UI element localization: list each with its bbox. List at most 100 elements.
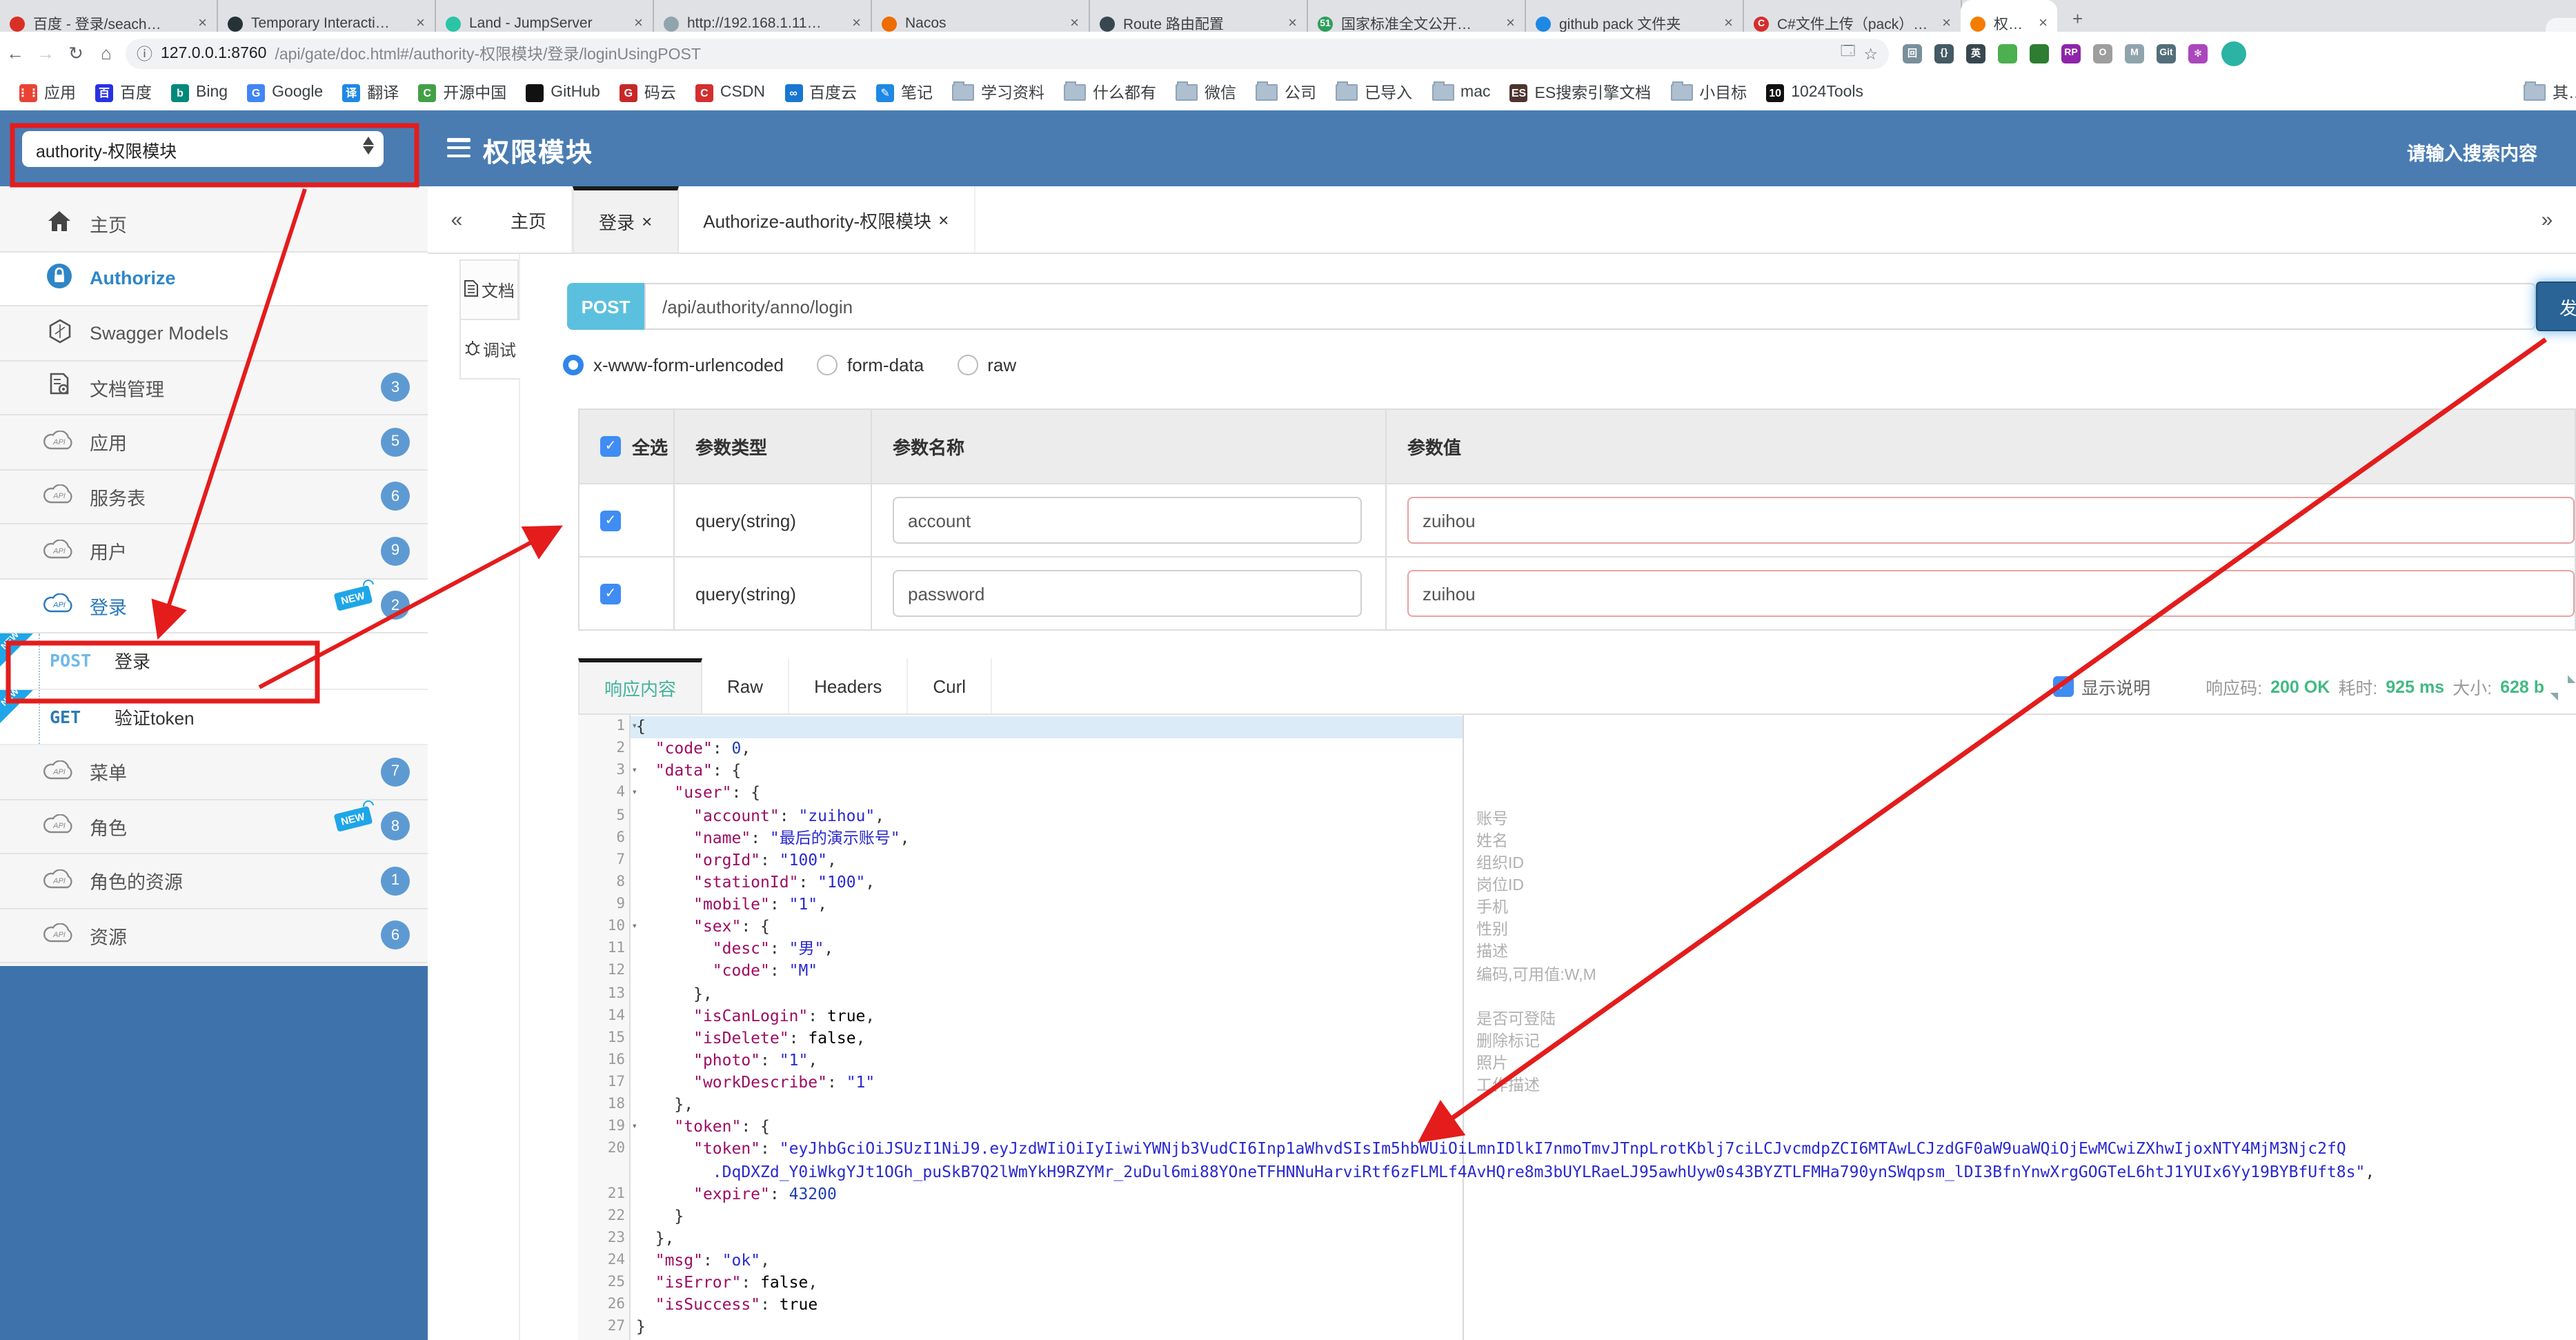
m-ext-icon[interactable]: M — [2125, 43, 2144, 63]
tab-doc[interactable]: 文档 — [459, 259, 519, 320]
select-all-checkbox[interactable]: ✓ — [600, 436, 621, 457]
rp-ext-icon[interactable]: RP — [2061, 43, 2081, 63]
sidebar-item-Authorize[interactable]: Authorize — [0, 252, 428, 306]
home-icon[interactable]: ⌂ — [91, 43, 121, 63]
bookmark-item[interactable]: 小目标 — [1670, 81, 1747, 104]
sidebar-item-主页[interactable]: 主页 — [0, 197, 428, 252]
bookmark-item[interactable]: ∞ 百度云 — [784, 81, 857, 104]
profile-avatar[interactable] — [2221, 41, 2246, 66]
globe-ext-icon[interactable] — [2030, 43, 2049, 63]
bookmark-item[interactable]: 什么都有 — [1064, 81, 1156, 104]
pinwheel-ext-icon[interactable]: ✻ — [2188, 43, 2208, 63]
bookmark-item[interactable]: C 开源中国 — [418, 81, 506, 104]
request-url-input[interactable]: /api/authority/anno/login — [644, 283, 2536, 330]
close-tab-icon[interactable]: × — [1070, 15, 1079, 32]
body-type-radio-form-data[interactable]: form-data — [816, 355, 924, 375]
response-tab-响应内容[interactable]: 响应内容 — [578, 658, 703, 713]
bookmark-item[interactable]: 微信 — [1176, 81, 1236, 104]
reader-ext-icon[interactable]: 回 — [1903, 43, 1922, 63]
param-value-input[interactable] — [1407, 570, 2575, 617]
sidebar-item-用户[interactable]: API 用户 9 — [0, 524, 428, 579]
close-tab-icon[interactable]: × — [634, 15, 643, 32]
close-tab-icon[interactable]: × — [1506, 15, 1515, 32]
module-select[interactable]: authority-权限模块 — [22, 131, 384, 167]
browser-tab[interactable]: github pack 文件夹 × — [1526, 0, 1744, 32]
gitzip-ext-icon[interactable]: Git — [2157, 43, 2176, 63]
bookmark-item[interactable]: GitHub — [526, 83, 600, 101]
translate-page-icon[interactable]: 🗔 — [1841, 41, 1856, 65]
show-desc-checkbox[interactable]: ✓ — [2052, 676, 2074, 697]
param-checkbox[interactable]: ✓ — [600, 583, 621, 604]
sidebar-item-角色的资源[interactable]: API 角色的资源 1 — [0, 854, 428, 909]
bookmark-item[interactable]: C CSDN — [695, 83, 765, 101]
sidebar-item-Swagger Models[interactable]: Swagger Models — [0, 306, 428, 361]
bookmark-item[interactable]: 学习资料 — [952, 81, 1044, 104]
tab-debug[interactable]: 调试 — [459, 319, 520, 380]
fullscreen-icon[interactable] — [2553, 678, 2570, 696]
sidebar-item-菜单[interactable]: API 菜单 7 — [0, 745, 428, 800]
browser-tab[interactable]: 51 国家标准全文公开… × — [1308, 0, 1526, 32]
sidebar-item-资源[interactable]: API 资源 6 — [0, 909, 428, 963]
close-tab-icon[interactable]: × — [416, 15, 425, 32]
back-icon[interactable]: ← — [0, 43, 30, 63]
new-tab-button[interactable]: + — [2072, 8, 2083, 29]
sidebar-item-角色[interactable]: API 角色 NEW 8 — [0, 800, 428, 854]
response-tab-Headers[interactable]: Headers — [789, 658, 909, 713]
bookmark-item[interactable]: ⋮⋮ 应用 — [17, 81, 76, 104]
content-tab-主页[interactable]: 主页 — [486, 186, 573, 253]
bookmark-item[interactable]: 10 1024Tools — [1766, 83, 1863, 101]
address-bar[interactable]: ⓘ 127.0.0.1:8760/api/gate/doc.html#/auth… — [126, 38, 1889, 68]
info-icon[interactable]: ⓘ — [137, 42, 152, 64]
bookmark-item[interactable]: 已导入 — [1336, 81, 1412, 104]
bookmark-item[interactable]: b Bing — [171, 83, 228, 101]
sidebar-item-服务表[interactable]: API 服务表 6 — [0, 470, 428, 524]
sidebar-endpoint-post[interactable]: NEW POST 登录 — [0, 630, 428, 689]
close-tab-icon[interactable]: × — [1288, 15, 1297, 32]
browser-tab[interactable]: Nacos × — [872, 0, 1090, 32]
bookmark-item[interactable]: 公司 — [1256, 81, 1316, 104]
content-tab-登录[interactable]: 登录 × — [573, 186, 679, 253]
close-tab-icon[interactable]: × — [198, 15, 207, 32]
content-tab-Authorize-authority-权限模块[interactable]: Authorize-authority-权限模块 × — [678, 186, 975, 253]
param-checkbox[interactable]: ✓ — [600, 510, 621, 531]
chrome-ext-icon[interactable] — [1998, 43, 2017, 63]
sidebar-item-登录[interactable]: API 登录 NEW 2 — [0, 579, 428, 633]
browser-tab[interactable]: Route 路由配置 × — [1090, 0, 1308, 32]
browser-tab[interactable]: Land - JumpServer × — [436, 0, 654, 32]
browser-tab[interactable]: http://192.168.1.11… × — [654, 0, 872, 32]
param-name-input[interactable] — [893, 570, 1362, 617]
forward-icon[interactable]: → — [30, 43, 61, 63]
sidebar-item-文档管理[interactable]: 文档管理 3 — [0, 361, 428, 415]
en-translate-ext-icon[interactable]: 英 — [1966, 43, 1985, 63]
bookmark-item[interactable]: 译翻译 — [342, 81, 399, 104]
response-tab-Curl[interactable]: Curl — [908, 658, 993, 713]
reload-icon[interactable]: ↻ — [61, 42, 91, 64]
bookmark-item[interactable]: 百百度 — [95, 81, 152, 104]
param-value-input[interactable] — [1407, 497, 2575, 544]
browser-tab[interactable]: 百度 - 登录/seach… × — [0, 0, 218, 32]
body-type-radio-x-www-form-urlencoded[interactable]: x-www-form-urlencoded — [563, 355, 784, 375]
collapse-tabs-icon[interactable]: « — [428, 186, 486, 253]
response-json-editor[interactable]: 1 ▾{2 "code": 0, 3 ▾ "data": {4 ▾ "user": {5… — [578, 715, 2576, 1340]
bookmark-item[interactable]: ✎ 笔记 — [876, 81, 933, 104]
sidebar-item-应用[interactable]: API 应用 5 — [0, 415, 428, 470]
send-button[interactable]: 发送 — [2536, 282, 2576, 331]
param-name-input[interactable] — [893, 497, 1362, 544]
browser-tab-active[interactable]: 权限模块 × — [1961, 0, 2057, 32]
browser-tab[interactable]: Temporary Interacti… × — [218, 0, 436, 32]
bookmark-item[interactable]: G Google — [247, 83, 323, 101]
sidebar-endpoint-get[interactable]: NEW GET 验证token — [0, 686, 428, 745]
bookmark-item[interactable]: ES ES搜索引擎文档 — [1509, 81, 1651, 104]
close-tab-icon[interactable]: × — [2039, 15, 2048, 32]
expand-tabs-icon[interactable]: » — [2518, 186, 2576, 254]
bookmark-item[interactable]: G 码云 — [619, 81, 676, 104]
close-icon[interactable]: × — [642, 211, 652, 232]
body-type-radio-raw[interactable]: raw — [957, 355, 1016, 375]
bookmarks-overflow[interactable]: 其… — [2524, 81, 2576, 104]
search-input[interactable]: 请输入搜索内容 — [2407, 138, 2537, 166]
close-tab-icon[interactable]: × — [1942, 15, 1951, 32]
browser-tab[interactable]: C C#文件上传（pack）… × — [1744, 0, 1962, 32]
json-brace-ext-icon[interactable]: {} — [1934, 43, 1954, 63]
menu-toggle-icon[interactable] — [447, 138, 470, 157]
close-tab-icon[interactable]: × — [852, 15, 861, 32]
